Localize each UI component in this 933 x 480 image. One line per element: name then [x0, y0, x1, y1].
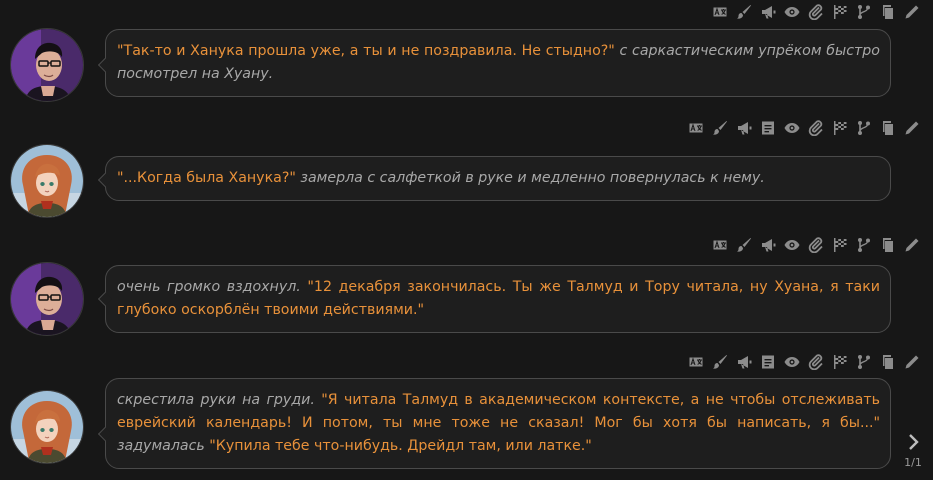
avatar[interactable] — [10, 390, 84, 464]
eye-icon[interactable] — [783, 236, 801, 254]
pencil-icon[interactable] — [903, 3, 921, 21]
paintbrush-icon[interactable] — [711, 353, 729, 371]
paintbrush-icon[interactable] — [735, 3, 753, 21]
paintbrush-icon[interactable] — [711, 119, 729, 137]
megaphone-icon[interactable] — [735, 353, 753, 371]
avatar[interactable] — [10, 262, 84, 336]
message-toolbar — [711, 3, 921, 21]
eye-icon[interactable] — [783, 3, 801, 21]
dialogue-text: "...Когда была Ханука?" — [117, 170, 296, 186]
copy-icon[interactable] — [879, 353, 897, 371]
flag-icon[interactable] — [831, 353, 849, 371]
avatar[interactable] — [10, 28, 84, 102]
flag-icon[interactable] — [831, 236, 849, 254]
flag-icon[interactable] — [831, 119, 849, 137]
branch-icon[interactable] — [855, 119, 873, 137]
paperclip-icon[interactable] — [807, 236, 825, 254]
summary-icon[interactable] — [759, 353, 777, 371]
paperclip-icon[interactable] — [807, 353, 825, 371]
translate-icon[interactable] — [711, 3, 729, 21]
branch-icon[interactable] — [855, 3, 873, 21]
message-bubble: "Так-то и Ханука прошла уже, а ты и не п… — [105, 29, 891, 97]
megaphone-icon[interactable] — [759, 3, 777, 21]
eye-icon[interactable] — [783, 353, 801, 371]
message-bubble: скрестила руки на груди. "Я читала Талму… — [105, 378, 891, 469]
swipe-counter: 1/1 — [904, 456, 922, 469]
message-bubble: "...Когда была Ханука?" замерла с салфет… — [105, 156, 891, 201]
avatar[interactable] — [10, 144, 84, 218]
translate-icon[interactable] — [711, 236, 729, 254]
chevron-right-icon[interactable] — [901, 432, 925, 456]
pencil-icon[interactable] — [903, 353, 921, 371]
dialogue-text: "Купила тебе что-нибудь. Дрейдл там, или… — [204, 438, 592, 454]
narration-text: задумалась — [117, 438, 205, 454]
translate-icon[interactable] — [687, 353, 705, 371]
branch-icon[interactable] — [855, 353, 873, 371]
message-bubble: очень громко вздохнул. "12 декабря закон… — [105, 265, 891, 333]
narration-text: скрестила руки на груди. — [117, 392, 315, 408]
narration-text: очень громко вздохнул. — [117, 279, 301, 295]
swipe-pager: 1/1 — [901, 432, 925, 469]
megaphone-icon[interactable] — [735, 119, 753, 137]
megaphone-icon[interactable] — [759, 236, 777, 254]
eye-icon[interactable] — [783, 119, 801, 137]
narration-text: замерла с салфеткой в руке и медленно по… — [295, 170, 765, 186]
translate-icon[interactable] — [687, 119, 705, 137]
copy-icon[interactable] — [879, 3, 897, 21]
pencil-icon[interactable] — [903, 236, 921, 254]
branch-icon[interactable] — [855, 236, 873, 254]
flag-icon[interactable] — [831, 3, 849, 21]
pencil-icon[interactable] — [903, 119, 921, 137]
paperclip-icon[interactable] — [807, 3, 825, 21]
summary-icon[interactable] — [759, 119, 777, 137]
copy-icon[interactable] — [879, 119, 897, 137]
message-toolbar — [711, 236, 921, 254]
message-toolbar — [687, 353, 921, 371]
copy-icon[interactable] — [879, 236, 897, 254]
paperclip-icon[interactable] — [807, 119, 825, 137]
message-toolbar — [687, 119, 921, 137]
dialogue-text: "Так-то и Ханука прошла уже, а ты и не п… — [117, 43, 615, 59]
paintbrush-icon[interactable] — [735, 236, 753, 254]
